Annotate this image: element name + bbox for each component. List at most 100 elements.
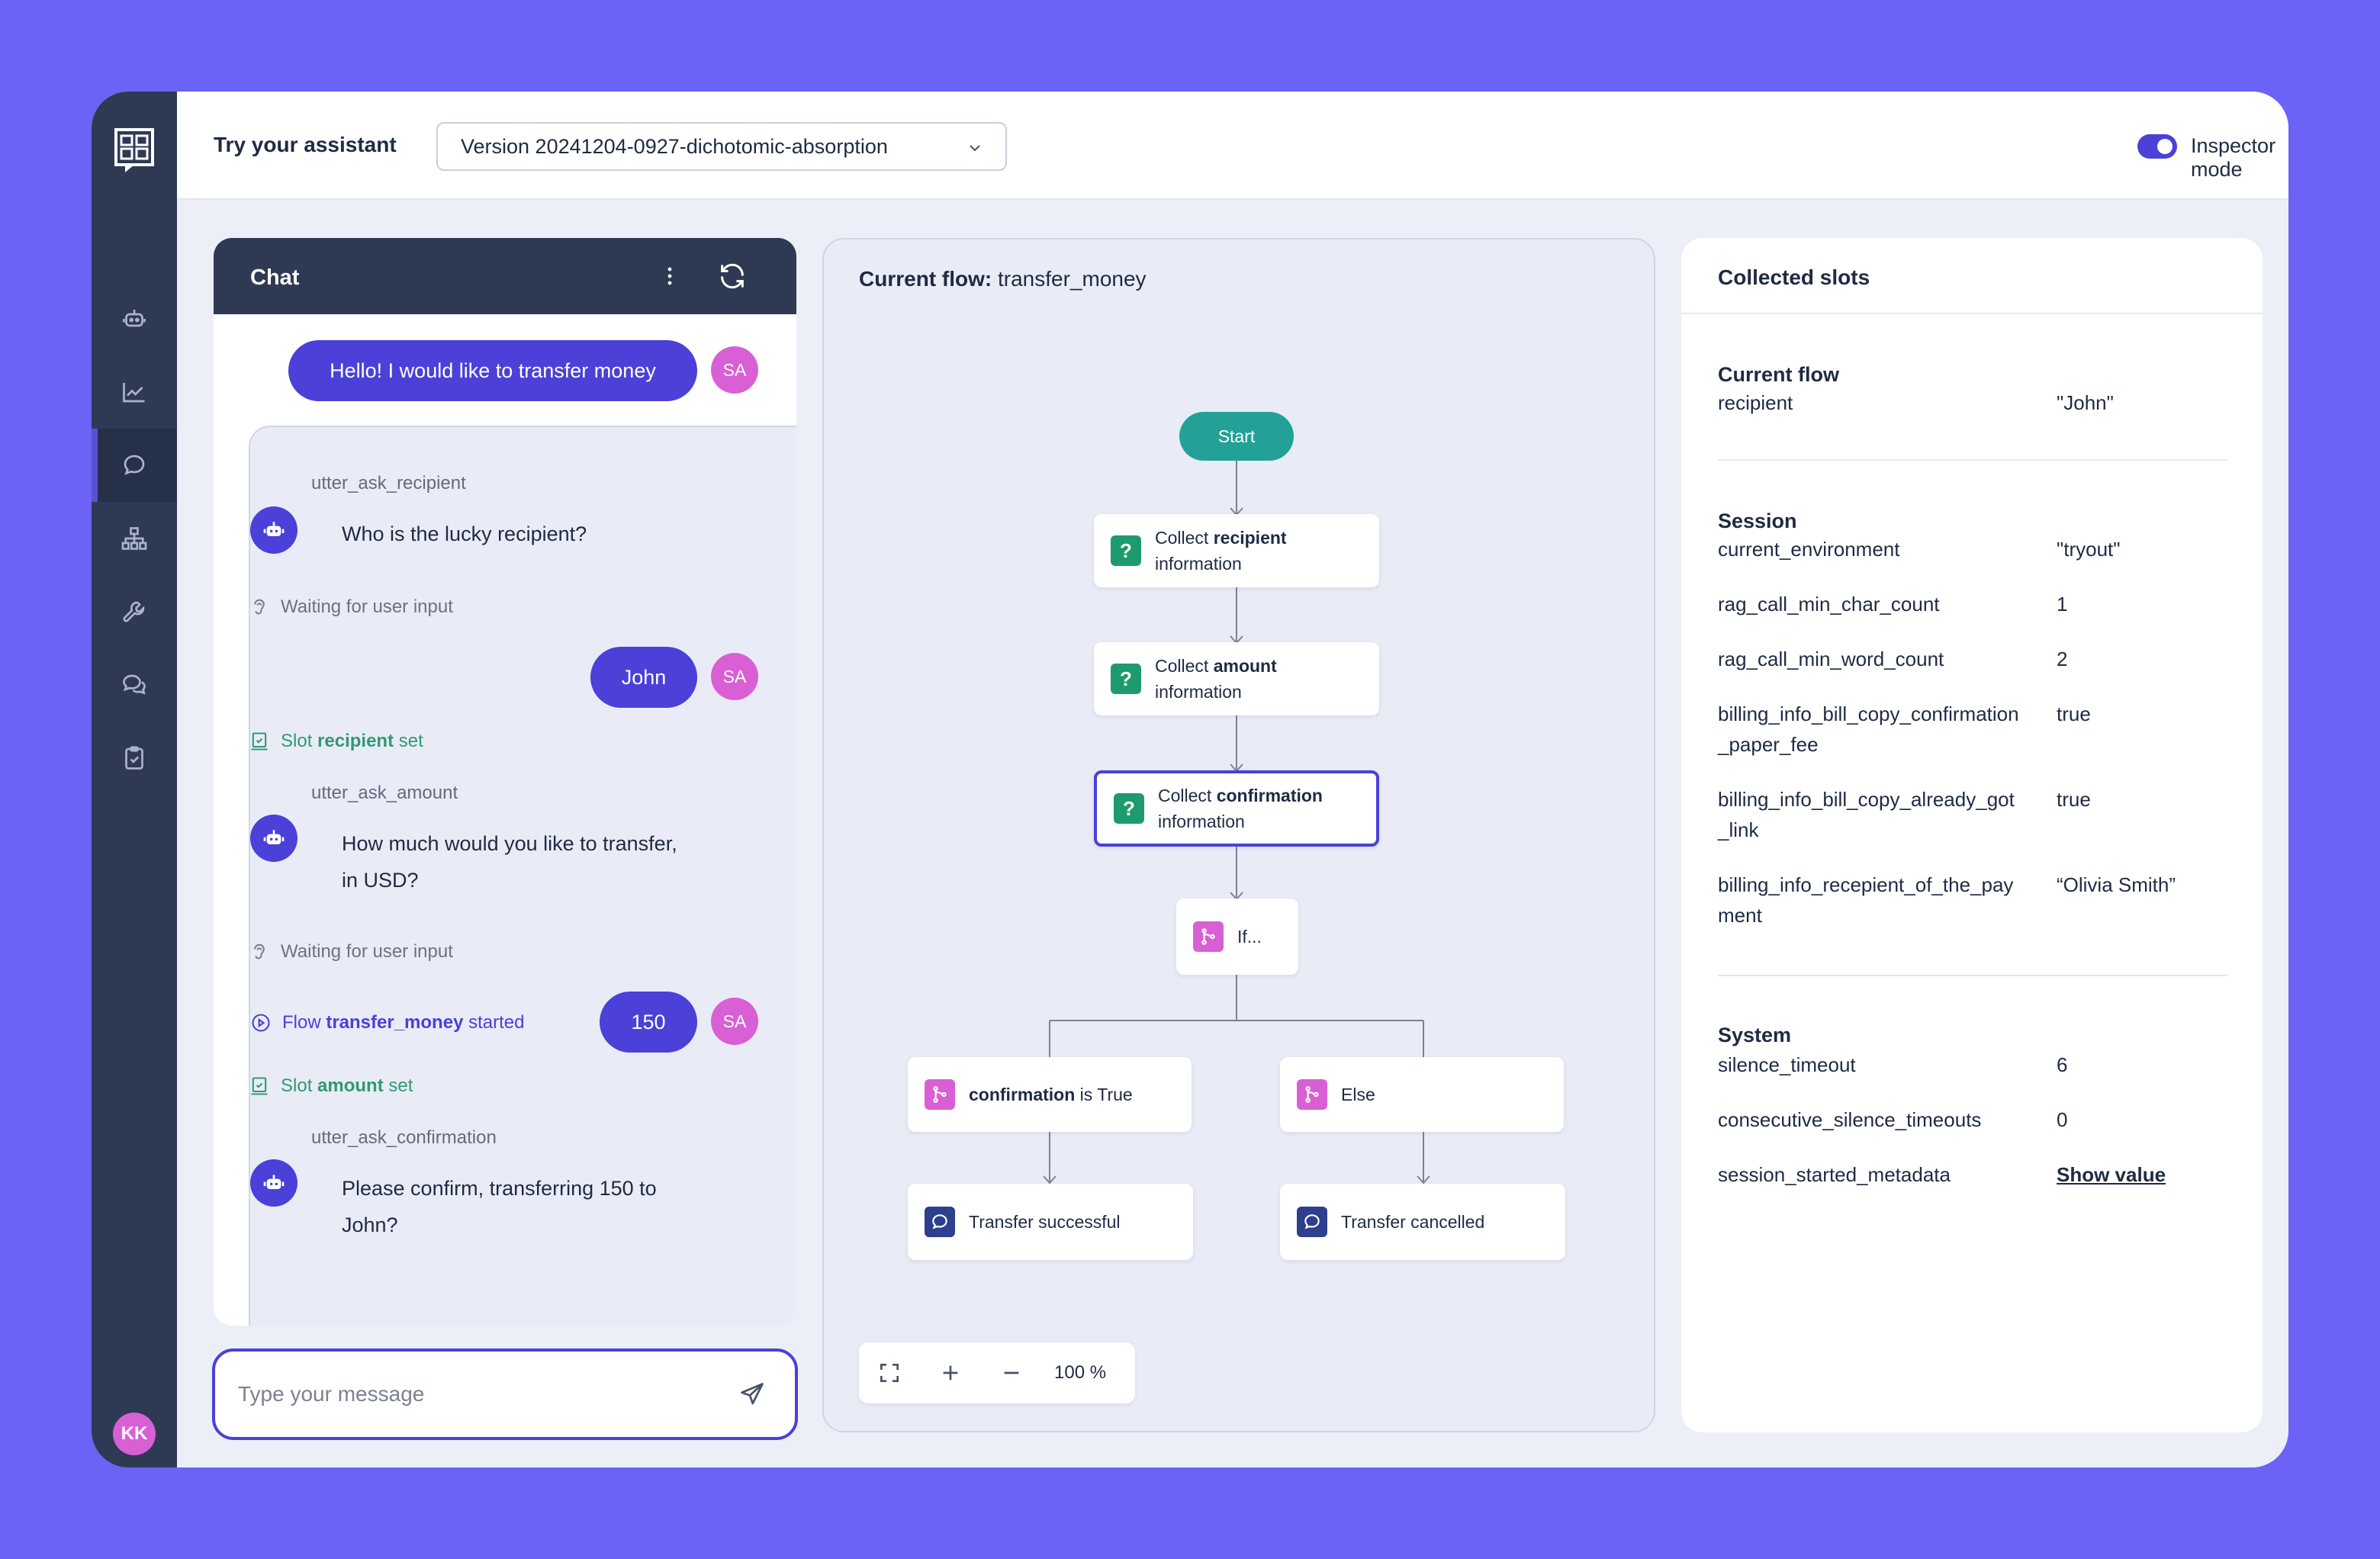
question-icon: ? xyxy=(1111,535,1141,566)
conversations-icon xyxy=(123,674,146,695)
slot-name: recipient xyxy=(1718,391,1793,414)
chevron-down-icon xyxy=(970,145,980,152)
zoom-out-button[interactable] xyxy=(996,1358,1027,1388)
fullscreen-icon xyxy=(880,1364,899,1382)
chart-icon xyxy=(123,383,145,403)
branch-icon xyxy=(1193,921,1224,952)
flow-start-node[interactable]: Start xyxy=(1179,412,1294,461)
flow-node-collect-confirmation[interactable]: ? Collect confirmation information xyxy=(1094,770,1379,847)
node-prefix: Collect xyxy=(1155,528,1209,548)
bot-icon xyxy=(263,830,285,844)
slot-value: "John" xyxy=(2057,391,2114,414)
flow-node-branch-else[interactable]: Else xyxy=(1280,1057,1564,1132)
node-prefix: Collect xyxy=(1155,656,1209,676)
version-select[interactable]: Version 20241204-0927-dichotomic-absorpt… xyxy=(436,122,1007,171)
inspector-mode-toggle[interactable] xyxy=(2137,134,2177,159)
event-suffix: set xyxy=(388,1075,413,1096)
waiting-event: Waiting for user input xyxy=(249,596,453,618)
slot-value: “Olivia Smith” xyxy=(2057,873,2176,896)
node-slot-name: confirmation xyxy=(1216,786,1323,805)
message-icon-glyph xyxy=(1304,1214,1320,1230)
sidebar-item-try-assistant[interactable] xyxy=(92,429,177,502)
slot-set-event[interactable]: Slot recipient set xyxy=(249,731,423,752)
bot-message-line: John? xyxy=(342,1213,398,1236)
user-avatar-sa: SA xyxy=(711,998,758,1045)
flow-node-transfer-successful[interactable]: Transfer successful xyxy=(908,1184,1193,1260)
slot-name: consecutive_silence_timeouts xyxy=(1718,1108,1982,1131)
slot-value: 0 xyxy=(2057,1108,2068,1131)
ear-icon xyxy=(254,943,265,960)
divider xyxy=(1718,975,2227,976)
slot-name: billing_info_bill_copy_confirmation_pape… xyxy=(1718,702,2019,756)
event-prefix: Flow xyxy=(282,1012,321,1033)
wrench-icon xyxy=(123,601,145,622)
message-icon xyxy=(925,1207,955,1237)
page-title: Try your assistant xyxy=(214,133,397,156)
slot-name: session_started_metadata xyxy=(1718,1163,1951,1186)
sidebar-item-flows[interactable] xyxy=(92,502,177,575)
sidebar-item-settings[interactable] xyxy=(92,575,177,648)
hierarchy-icon xyxy=(121,527,147,550)
if-node-label: If... xyxy=(1237,927,1262,947)
sidebar: KK xyxy=(92,92,177,1467)
send-icon[interactable] xyxy=(738,1381,766,1408)
branch-icon-glyph xyxy=(1305,1086,1319,1103)
utterance-name: utter_ask_confirmation xyxy=(311,1127,497,1148)
event-prefix: Slot xyxy=(281,1075,313,1096)
rasa-logo[interactable] xyxy=(114,128,154,174)
user-avatar-sa: SA xyxy=(711,346,758,394)
message-input-box xyxy=(212,1348,798,1440)
sidebar-item-assistant[interactable] xyxy=(92,282,177,355)
transfer-cancelled-label: Transfer cancelled xyxy=(1341,1212,1485,1232)
utterance-name: utter_ask_amount xyxy=(311,783,458,803)
bot-avatar xyxy=(250,815,298,862)
flow-node-branch-true[interactable]: confirmation is True xyxy=(908,1057,1192,1132)
waiting-text: Waiting for user input xyxy=(281,941,453,962)
message-icon-glyph xyxy=(932,1214,947,1230)
event-slot-name: amount xyxy=(317,1075,384,1096)
bot-message-line: in USD? xyxy=(342,869,419,892)
branch-icon xyxy=(1297,1079,1327,1110)
more-vertical-icon[interactable] xyxy=(656,262,683,290)
bot-avatar xyxy=(250,506,298,554)
sidebar-item-conversations[interactable] xyxy=(92,648,177,722)
slot-value: true xyxy=(2057,702,2091,725)
waiting-event: Waiting for user input xyxy=(249,941,453,963)
question-icon: ? xyxy=(1111,664,1141,694)
utterance-name: utter_ask_recipient xyxy=(311,473,466,493)
flow-node-if[interactable]: If... xyxy=(1176,898,1298,975)
node-suffix: information xyxy=(1158,812,1245,831)
section-title-current-flow: Current flow xyxy=(1718,363,1839,386)
transfer-successful-label: Transfer successful xyxy=(969,1212,1121,1232)
event-slot-name: recipient xyxy=(317,731,394,751)
section-title-session: Session xyxy=(1718,509,1797,532)
slot-set-event[interactable]: Slot amount set xyxy=(249,1075,413,1097)
bot-icon xyxy=(123,310,146,327)
bot-message: How much would you like to transfer, in … xyxy=(311,815,729,918)
sidebar-item-tests[interactable] xyxy=(92,722,177,795)
minus-icon xyxy=(1004,1371,1019,1374)
user-message: Hello! I would like to transfer money xyxy=(288,340,697,401)
branch-icon-glyph xyxy=(1201,928,1215,945)
sidebar-item-analytics[interactable] xyxy=(92,355,177,429)
slot-name: rag_call_min_char_count xyxy=(1718,593,1940,616)
slot-icon xyxy=(251,1077,268,1095)
flow-node-collect-recipient[interactable]: ? Collect recipient information xyxy=(1094,514,1379,587)
user-avatar[interactable]: KK xyxy=(113,1413,156,1455)
show-value-link[interactable]: Show value xyxy=(2057,1159,2166,1190)
user-message: 150 xyxy=(600,992,697,1053)
flow-panel: Current flow: transfer_money Start ? Col… xyxy=(822,238,1655,1432)
flow-node-collect-amount[interactable]: ? Collect amount information xyxy=(1094,642,1379,715)
refresh-icon[interactable] xyxy=(717,261,748,291)
clipboard-check-icon xyxy=(125,746,143,770)
bot-avatar xyxy=(250,1159,298,1207)
slot-name: current_environment xyxy=(1718,538,1900,561)
zoom-in-button[interactable] xyxy=(935,1358,966,1388)
fit-view-button[interactable] xyxy=(874,1358,905,1388)
inspector-mode-label: Inspector mode xyxy=(2191,134,2276,181)
slot-value: true xyxy=(2057,788,2091,811)
flow-node-transfer-cancelled[interactable]: Transfer cancelled xyxy=(1280,1184,1565,1260)
slot-value: "tryout" xyxy=(2057,538,2121,561)
node-slot-name: recipient xyxy=(1213,528,1287,548)
message-input[interactable] xyxy=(238,1377,726,1411)
